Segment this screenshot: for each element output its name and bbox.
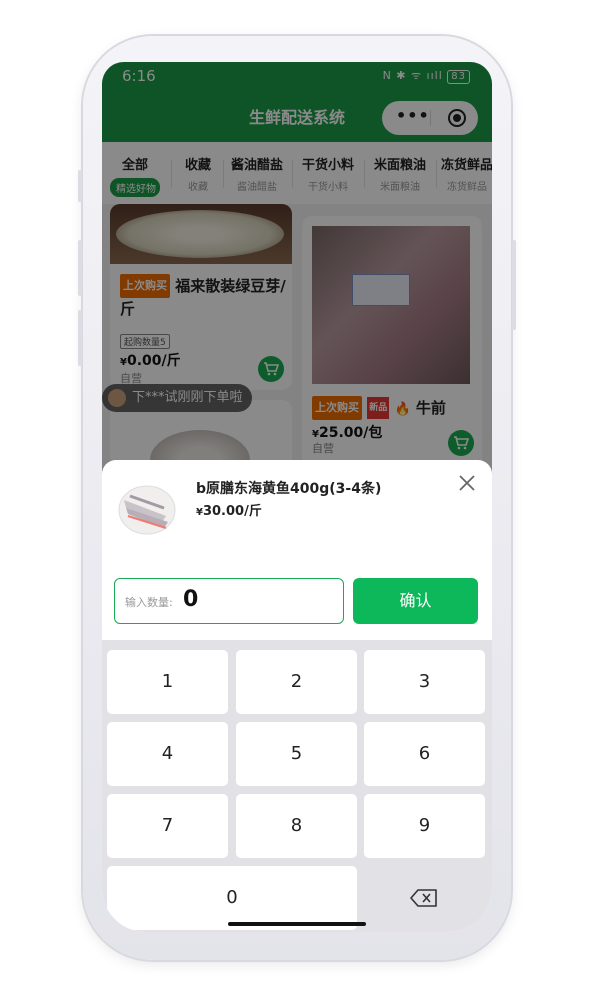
side-button	[78, 240, 82, 296]
backspace-icon	[410, 889, 437, 907]
key-6[interactable]: 6	[364, 722, 485, 786]
key-3[interactable]: 3	[364, 650, 485, 714]
quantity-input[interactable]: 输入数量: 0	[114, 578, 344, 624]
screen: 6:16 N ✱ ᯤ ııll 83 生鲜配送系统 ••• 全部 精选好物 收藏…	[102, 62, 492, 932]
side-button	[78, 170, 82, 202]
sheet-product-name: b原膳东海黄鱼400g(3-4条)	[196, 481, 382, 497]
backspace-button[interactable]	[364, 866, 485, 930]
confirm-button[interactable]: 确认	[353, 578, 478, 624]
key-4[interactable]: 4	[107, 722, 228, 786]
power-button	[512, 240, 516, 330]
key-5[interactable]: 5	[236, 722, 357, 786]
key-7[interactable]: 7	[107, 794, 228, 858]
product-thumbnail	[116, 478, 178, 540]
numeric-keypad: 1 2 3 4 5 6 7 8 9 0	[102, 640, 492, 932]
sheet-product-price: ¥30.00/斤	[196, 504, 262, 519]
quantity-value: 0	[183, 587, 199, 612]
key-2[interactable]: 2	[236, 650, 357, 714]
key-9[interactable]: 9	[364, 794, 485, 858]
side-button	[78, 310, 82, 366]
key-0[interactable]: 0	[107, 866, 357, 930]
quantity-sheet: b原膳东海黄鱼400g(3-4条) ¥30.00/斤 输入数量: 0 确认 1 …	[102, 460, 492, 932]
key-8[interactable]: 8	[236, 794, 357, 858]
close-icon	[459, 475, 475, 491]
modal-overlay[interactable]	[102, 62, 492, 524]
close-button[interactable]	[456, 472, 478, 494]
home-indicator[interactable]	[228, 922, 366, 926]
key-1[interactable]: 1	[107, 650, 228, 714]
quantity-label: 输入数量:	[125, 596, 173, 609]
